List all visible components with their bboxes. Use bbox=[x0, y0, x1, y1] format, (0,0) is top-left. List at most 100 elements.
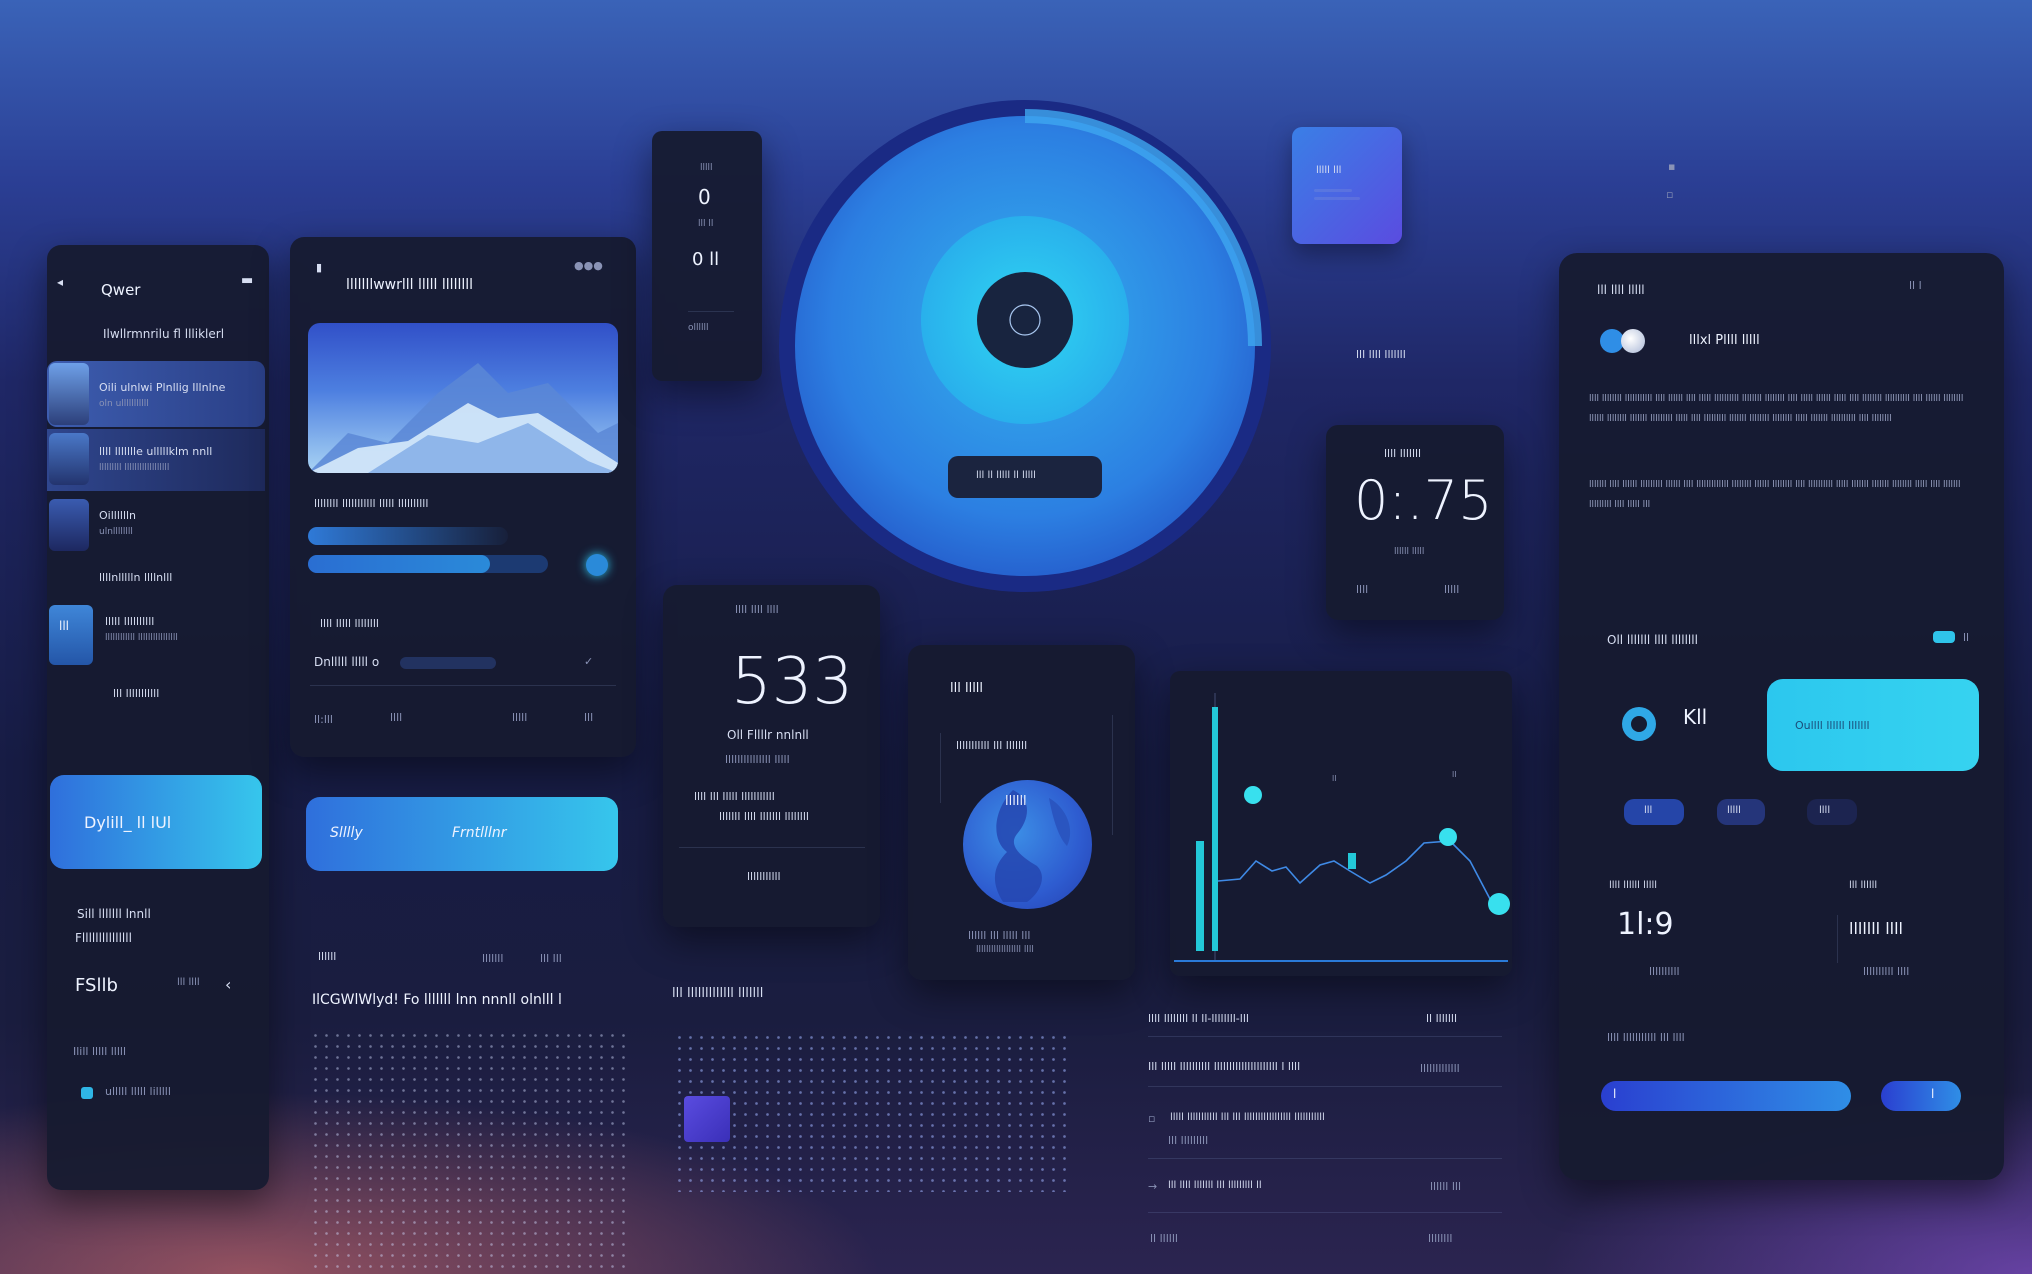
tile-card[interactable]: lllll lll bbox=[1292, 127, 1402, 244]
list-item[interactable]: llll llllllle ulllllklm nnll lllllllll l… bbox=[47, 429, 265, 491]
progress-knob[interactable] bbox=[586, 554, 608, 576]
chevron-left-icon[interactable]: ‹ bbox=[225, 975, 231, 994]
timer-sub: llllll lllll bbox=[1394, 547, 1425, 557]
divider bbox=[1148, 1212, 1502, 1213]
left-panel-subtitle: Ilwllrmnrilu fl llliklerl bbox=[103, 327, 225, 341]
item-thumbnail: lll bbox=[49, 605, 93, 665]
section-badge: ll bbox=[1963, 631, 1970, 644]
globe-card: lll lllll lllllllllll lll lllllll llllll… bbox=[908, 645, 1135, 980]
stat-1-label: llll llllll lllll bbox=[1609, 880, 1658, 891]
list-item[interactable]: lll lllll llllllllll llllllllllll llllll… bbox=[47, 601, 265, 665]
timer-value: 0:.75 bbox=[1354, 469, 1493, 532]
chip-label: lllll bbox=[1727, 805, 1741, 816]
globe-card-subtitle: lllllllllll lll lllllll bbox=[956, 739, 1028, 752]
dial-widget[interactable]: lll ll lllll ll lllll bbox=[779, 92, 1271, 602]
list-item-sub: oln ulllllllllll bbox=[99, 399, 149, 409]
item-thumbnail bbox=[49, 433, 89, 485]
menu-icon[interactable]: ▬ bbox=[241, 273, 253, 288]
side-caption: lll llll lllllll bbox=[1356, 348, 1406, 361]
chip[interactable]: llll bbox=[1807, 799, 1857, 825]
section-title: Oll lllllll llll llllllll bbox=[1607, 633, 1698, 647]
dot-grid-title: lll lllllllllllll lllllll bbox=[672, 986, 764, 1001]
stat-1-sub: llllllllll bbox=[1649, 965, 1680, 978]
chart-marker[interactable] bbox=[1488, 893, 1510, 915]
progress-track bbox=[308, 555, 548, 573]
time-mid: llll bbox=[390, 711, 403, 724]
chip-label: llll bbox=[1819, 805, 1831, 816]
list-item[interactable]: llllnllllln llllnlll bbox=[47, 561, 265, 597]
bookmark-icon[interactable]: ▮ bbox=[316, 261, 322, 274]
item-thumbnail bbox=[49, 363, 89, 425]
list-row-right: llllllll bbox=[1428, 1232, 1453, 1245]
text-block-date: lllllll bbox=[482, 952, 504, 965]
chart-marker[interactable] bbox=[1439, 828, 1457, 846]
paragraph-1: llll llllllll lllllllllll llll llllll ll… bbox=[1589, 394, 1964, 424]
globe-card-title: lll lllll bbox=[950, 681, 984, 696]
checkbox-icon[interactable] bbox=[81, 1087, 93, 1099]
chart-line bbox=[1217, 840, 1491, 900]
mini-card-label-2: ollllll bbox=[688, 323, 709, 333]
list-row-icon[interactable]: → bbox=[1148, 1180, 1157, 1193]
section-badge-icon bbox=[1933, 631, 1955, 643]
text-block-headline: IlCGWlWlyd! Fo lllllll lnn nnnll olnlll … bbox=[312, 992, 562, 1008]
edit-icon[interactable]: ✓ bbox=[584, 655, 593, 668]
media-cta-right: Frntlllnr bbox=[452, 825, 507, 841]
secondary-progress bbox=[400, 657, 496, 669]
text-block-extra: lll lll bbox=[540, 952, 562, 965]
divider bbox=[940, 733, 941, 803]
stat-card-line-1: llll lll lllll lllllllllll bbox=[694, 790, 775, 803]
more-icon[interactable]: ●●● bbox=[574, 259, 603, 272]
dot-pattern bbox=[310, 1030, 628, 1274]
chart-tick-label: ll bbox=[1452, 770, 1456, 779]
list-item[interactable]: Oili ulnlwi Plnllig Illnlne oln ulllllll… bbox=[47, 361, 265, 427]
chart-bar bbox=[1348, 853, 1356, 869]
stat-mid: lll llll bbox=[177, 977, 200, 988]
media-cta-button[interactable]: Slllly Frntlllnr bbox=[306, 797, 618, 871]
bottom-action-button[interactable]: l bbox=[1601, 1081, 1851, 1111]
right-panel-header: lll llll lllll bbox=[1597, 283, 1645, 297]
item-thumbnail bbox=[49, 499, 89, 551]
mini-card-value-1: 0 bbox=[698, 185, 711, 209]
chart-tick-label: ll bbox=[1332, 774, 1336, 783]
list-row-left: ll llllll bbox=[1150, 1232, 1178, 1245]
stat-2-label: lll llllll bbox=[1849, 880, 1878, 891]
left-panel-title: Qwer bbox=[101, 281, 141, 299]
list-panel: llll llllllll ll ll-llllllll-lll ll llll… bbox=[1140, 1000, 1510, 1274]
chart-bar bbox=[1212, 707, 1218, 951]
back-icon[interactable]: ◂ bbox=[57, 275, 63, 289]
section-title: Flllllllllllllll bbox=[75, 931, 132, 945]
dial-center bbox=[977, 272, 1073, 368]
list-item-label: lllll llllllllll bbox=[105, 615, 155, 628]
stat-card-line-2: lllllll llll lllllll llllllll bbox=[719, 810, 809, 823]
stat-2-sub: llllllllll llll bbox=[1863, 965, 1910, 978]
progress-bar-top bbox=[308, 527, 508, 545]
list-row-icon[interactable]: ▫ bbox=[1148, 1112, 1155, 1125]
list-row-left: lll llll lllllll lll lllllllll ll bbox=[1168, 1180, 1262, 1191]
right-panel-header-right: ll l bbox=[1909, 279, 1922, 292]
right-cta-label: Oullll llllll lllllll bbox=[1795, 719, 1870, 732]
stat-1-value: 1l:9 bbox=[1617, 907, 1674, 942]
mini-card-value-2: 0 ll bbox=[692, 249, 720, 270]
chart-marker[interactable] bbox=[1244, 786, 1262, 804]
dial-svg bbox=[779, 100, 1271, 592]
footer-item: ulllll lllll lilllll bbox=[105, 1085, 171, 1098]
media-panel: ▮ lllllllwwrlll lllll llllllll ●●● llll l… bbox=[290, 237, 636, 757]
dial-button[interactable]: lll ll lllll ll lllll bbox=[948, 456, 1102, 498]
list-row-right: lllllllllllll bbox=[1420, 1062, 1460, 1075]
list-item[interactable]: lll lllllllllll bbox=[47, 677, 265, 713]
avatar[interactable] bbox=[1621, 329, 1645, 353]
left-cta-button[interactable]: Dylill_ ll lUl bbox=[50, 775, 262, 869]
tile-line bbox=[1314, 197, 1360, 200]
progress-label: llll lllll llllllll bbox=[320, 617, 379, 630]
globe-text: llllll bbox=[1005, 794, 1027, 809]
mini-card: lllll 0 lll ll 0 ll ollllll bbox=[652, 131, 762, 381]
list-item-label: Oilllllln bbox=[99, 509, 137, 522]
right-cta-button[interactable]: Oullll llllll lllllll bbox=[1767, 679, 1979, 771]
paragraph: lllllll llll llllll lllllllll llllll lll… bbox=[1589, 475, 1973, 515]
stat-card-sub: lllllllllllllll lllll bbox=[725, 753, 790, 766]
chip[interactable]: lll bbox=[1624, 799, 1684, 825]
list-item[interactable]: Oilllllln ulnllllllll bbox=[47, 495, 265, 557]
media-title: lllllllwwrlll lllll llllllll bbox=[346, 277, 474, 293]
bottom-secondary-button[interactable]: l bbox=[1881, 1081, 1961, 1111]
chip[interactable]: lllll bbox=[1717, 799, 1765, 825]
